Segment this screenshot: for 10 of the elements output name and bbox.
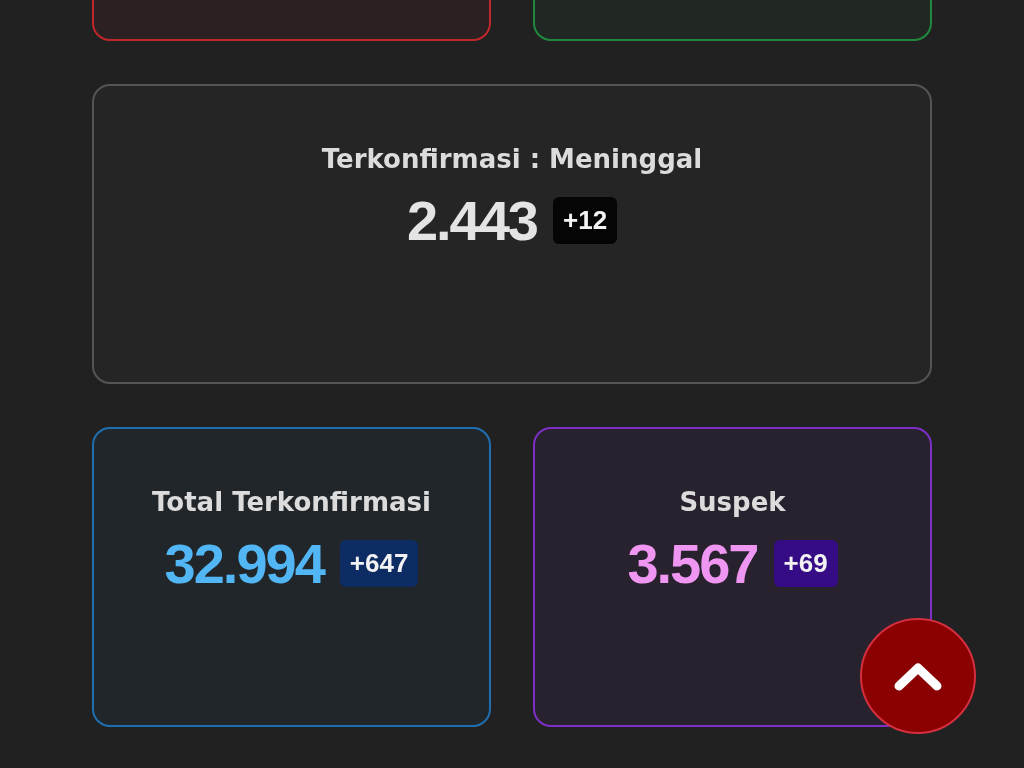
change-badge: +69 <box>773 540 838 587</box>
card-title: Total Terkonfirmasi <box>152 487 431 517</box>
change-badge: +12 <box>553 197 618 244</box>
change-badge: +647 <box>339 540 419 587</box>
card-title: Suspek <box>679 487 786 517</box>
card-title: Terkonfirmasi : Meninggal <box>321 144 703 174</box>
stat-value: 3.567 <box>627 531 758 596</box>
stat-value: 32.994 <box>164 531 324 596</box>
chevron-up-icon <box>894 661 942 691</box>
stat-value: 2.443 <box>406 188 537 253</box>
